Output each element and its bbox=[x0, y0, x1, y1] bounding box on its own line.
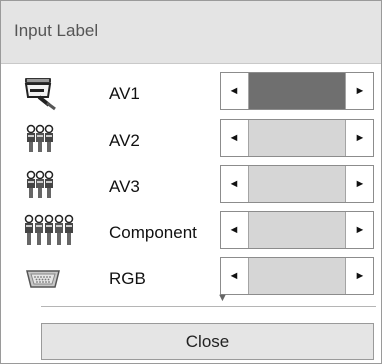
label-selector-av3: ◄ ► bbox=[220, 165, 374, 203]
previous-label-arrow[interactable]: ◄ bbox=[221, 120, 247, 156]
input-label-av3: AV3 bbox=[109, 177, 140, 196]
input-label-rgb: RGB bbox=[109, 269, 146, 288]
label-field[interactable] bbox=[248, 120, 346, 156]
input-label-component: Component bbox=[109, 223, 197, 242]
dialog-title: Input Label bbox=[14, 21, 99, 40]
next-label-arrow[interactable]: ► bbox=[347, 258, 373, 294]
input-label-av1: AV1 bbox=[109, 84, 140, 103]
input-label-av2: AV2 bbox=[109, 131, 140, 150]
label-selector-rgb: ◄ ► bbox=[220, 257, 374, 295]
divider bbox=[41, 306, 376, 307]
next-label-arrow[interactable]: ► bbox=[347, 120, 373, 156]
next-label-arrow[interactable]: ► bbox=[347, 212, 373, 248]
input-row-component: Component ◄ ► bbox=[1, 211, 381, 257]
input-row-av3: AV3 ◄ ► bbox=[1, 165, 381, 211]
input-row-av1: AV1 ◄ ► bbox=[1, 72, 381, 118]
label-field[interactable] bbox=[248, 212, 346, 248]
label-selector-av1: ◄ ► bbox=[220, 72, 374, 110]
input-row-rgb: RGB ◄ ► bbox=[1, 257, 381, 303]
previous-label-arrow[interactable]: ◄ bbox=[221, 73, 247, 109]
title-bar: Input Label bbox=[1, 1, 381, 64]
previous-label-arrow[interactable]: ◄ bbox=[221, 258, 247, 294]
label-selector-av2: ◄ ► bbox=[220, 119, 374, 157]
rca-av-connector-icon bbox=[23, 170, 101, 204]
next-label-arrow[interactable]: ► bbox=[347, 73, 373, 109]
previous-label-arrow[interactable]: ◄ bbox=[221, 212, 247, 248]
input-label-dialog: Input Label AV1 ◄ ► AV2 ◄ ► AV3 ◄ ► Comp… bbox=[0, 0, 382, 364]
close-button[interactable]: Close bbox=[41, 323, 374, 360]
next-label-arrow[interactable]: ► bbox=[347, 166, 373, 202]
component-connector-icon bbox=[23, 214, 101, 250]
selected-label-field[interactable] bbox=[248, 73, 346, 109]
input-row-av2: AV2 ◄ ► bbox=[1, 119, 381, 165]
label-field[interactable] bbox=[248, 166, 346, 202]
previous-label-arrow[interactable]: ◄ bbox=[221, 166, 247, 202]
rca-av-connector-icon bbox=[23, 124, 101, 158]
label-field[interactable] bbox=[248, 258, 346, 294]
scroll-down-icon[interactable]: ▼ bbox=[217, 292, 228, 304]
rgb-vga-connector-icon bbox=[23, 262, 101, 296]
scart-connector-icon bbox=[23, 77, 101, 111]
label-selector-component: ◄ ► bbox=[220, 211, 374, 249]
